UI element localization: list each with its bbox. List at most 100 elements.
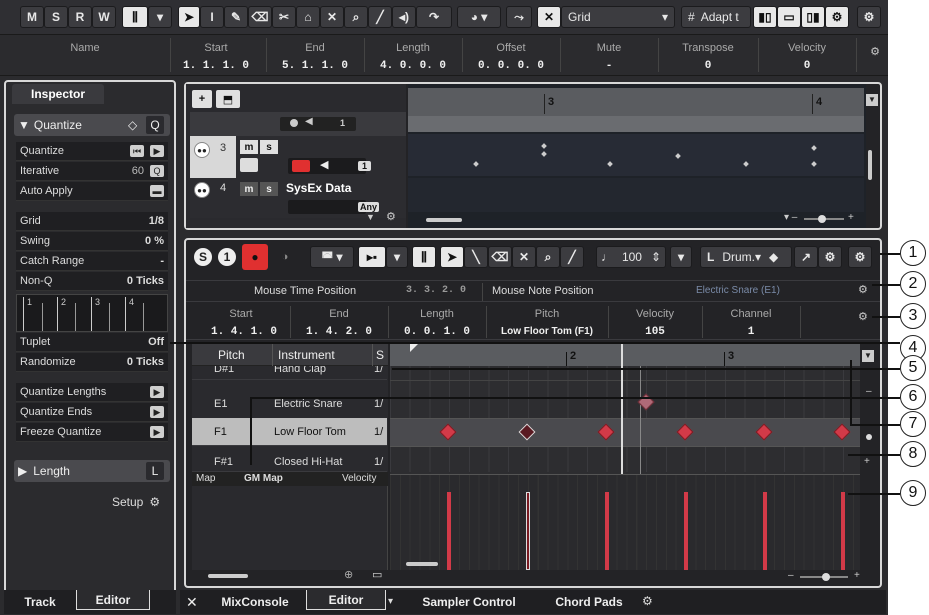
lane-presets-icon[interactable]: ▭	[372, 568, 382, 581]
mute-button[interactable]: m	[240, 182, 258, 196]
length-l-icon[interactable]: L	[146, 462, 164, 480]
instrument-column-header[interactable]: Instrument	[278, 348, 335, 362]
editor-info-value-start[interactable]: 1. 4. 1. 0	[192, 326, 296, 338]
split-tool-icon[interactable]: ✂	[272, 6, 296, 28]
quantize-lengths-apply-icon[interactable]: ▶	[150, 386, 164, 398]
lower-zone-toggle-icon[interactable]: ▭	[777, 6, 801, 28]
list-h-scrollbar[interactable]	[208, 574, 248, 578]
apply-quantize-icon[interactable]: ▶	[150, 145, 164, 157]
close-icon[interactable]: ✕	[186, 594, 198, 611]
editor-collapse-icon[interactable]: ▼	[862, 350, 874, 362]
info-value-length[interactable]: 4. 0. 0. 0	[364, 60, 462, 72]
range-tool-icon[interactable]: I	[200, 6, 224, 28]
editor-tab[interactable]: Editor	[306, 590, 386, 610]
quantize-lengths-row[interactable]: Quantize Lengths ▶	[16, 383, 168, 402]
velocity-bar[interactable]	[447, 492, 451, 570]
velocity-bar[interactable]	[684, 492, 688, 570]
velocity-bar-selected[interactable]	[526, 492, 530, 570]
non-q-value[interactable]: 0 Ticks	[127, 275, 164, 287]
setup-button[interactable]: Setup ⚙	[112, 494, 168, 510]
open-in-new-window-icon[interactable]: ↗	[794, 246, 818, 268]
arranger-ruler[interactable]	[408, 88, 864, 116]
vertical-zoom-slider-icon[interactable]	[866, 434, 872, 440]
sysex-part[interactable]	[408, 178, 864, 212]
write-mode-button[interactable]: W	[92, 6, 116, 28]
setup-window-layout-icon[interactable]: ⚙	[825, 6, 849, 28]
snap-toggle-icon[interactable]: ⤳	[506, 6, 532, 28]
object-select-editor-icon[interactable]: ➤	[440, 246, 464, 268]
line-editor-tool-icon[interactable]: ╱	[560, 246, 584, 268]
autoscroll-dropdown-icon[interactable]: ▾	[148, 6, 172, 28]
zoom-minus-icon[interactable]: –	[788, 570, 794, 581]
velocity-bar[interactable]	[605, 492, 609, 570]
iterative-q-icon[interactable]: Q	[150, 165, 164, 177]
pitch-column-header[interactable]: Pitch	[218, 348, 245, 362]
record-icon[interactable]	[290, 119, 298, 127]
quantize-ends-row[interactable]: Quantize Ends ▶	[16, 403, 168, 422]
editor-h-scrollbar[interactable]	[406, 562, 438, 566]
mute-button[interactable]: m	[240, 140, 258, 154]
toolbar-settings-icon[interactable]: ⚙	[857, 6, 881, 28]
catch-range-value[interactable]: -	[160, 255, 164, 267]
read-mode-button[interactable]: R	[68, 6, 92, 28]
zoom-plus-icon[interactable]: +	[854, 570, 860, 581]
line-tool-icon[interactable]: ╱	[368, 6, 392, 28]
inspector-row-grid[interactable]: Grid 1/8	[16, 212, 168, 231]
track-tab[interactable]: Track	[4, 592, 76, 612]
event-colors-icon[interactable]: ◚ ▾	[310, 246, 354, 268]
editor-info-value-length[interactable]: 0. 0. 1. 0	[388, 326, 486, 338]
editor-tab-dropdown-icon[interactable]: ▾	[388, 596, 393, 607]
drum-row-e1[interactable]: E1 Electric Snare 1/	[192, 380, 387, 420]
info-value-mute[interactable]: -	[560, 60, 658, 72]
add-folder-icon[interactable]: ⬒	[216, 90, 240, 108]
drum-row-d-sharp-1[interactable]: D#1 Hand Clap 1/	[192, 366, 387, 380]
zoom-minus-icon[interactable]: ▾ –	[784, 212, 797, 223]
length-section-header[interactable]: ▶ Length L	[14, 460, 170, 482]
drum-map-selector[interactable]: GM Map	[244, 473, 283, 484]
snap-type-dropdown[interactable]: Grid ▾	[561, 6, 675, 28]
sampler-control-tab[interactable]: Sampler Control	[414, 592, 524, 612]
velocity-bar[interactable]	[763, 492, 767, 570]
vertical-zoom-plus-icon[interactable]: +	[864, 456, 870, 467]
right-zone-toggle-icon[interactable]: ▯▮	[801, 6, 825, 28]
editor-info-value-pitch[interactable]: Low Floor Tom (F1)	[486, 326, 608, 337]
inspector-row-swing[interactable]: Swing 0 %	[16, 232, 168, 251]
inspector-row-non-q[interactable]: Non-Q 0 Ticks	[16, 272, 168, 291]
zoom-editor-tool-icon[interactable]: ⌕	[536, 246, 560, 268]
iterative-value[interactable]: 60	[132, 165, 144, 177]
draw-tool-icon[interactable]: ✎	[224, 6, 248, 28]
left-locator-icon[interactable]	[410, 344, 418, 352]
drumstick-tool-icon[interactable]: ╲	[464, 246, 488, 268]
mixconsole-tab[interactable]: MixConsole	[210, 592, 300, 612]
tuplet-value[interactable]: Off	[148, 336, 164, 348]
velocity-bar[interactable]	[841, 492, 845, 570]
track-list-settings-icon[interactable]: ⚙	[386, 210, 396, 223]
s-column-header[interactable]: S	[376, 348, 384, 362]
editor-info-value-velocity[interactable]: 105	[608, 326, 702, 338]
arranger-h-scrollbar[interactable]	[426, 218, 462, 222]
acoustic-feedback-icon[interactable]: 1	[218, 248, 236, 266]
record-in-editor-icon[interactable]: ●	[242, 244, 268, 270]
glue-tool-icon[interactable]: ⌂	[296, 6, 320, 28]
mute-editor-tool-icon[interactable]: ✕	[512, 246, 536, 268]
drum-length-dropdown[interactable]: L Drum.▾ ◆	[700, 246, 792, 268]
freeze-quantize-row[interactable]: Freeze Quantize ▶	[16, 423, 168, 442]
color-icon[interactable]: ◕ ▾	[457, 6, 501, 28]
arranger-v-scrollbar[interactable]	[868, 150, 872, 180]
insert-dropdown-icon[interactable]: ▾	[386, 246, 408, 268]
grid-adapt-button[interactable]: # Adapt t	[681, 6, 751, 28]
status-settings-icon[interactable]: ⚙	[858, 283, 868, 296]
solo-button[interactable]: s	[260, 182, 278, 196]
info-value-offset[interactable]: 0. 0. 0. 0	[462, 60, 560, 72]
swing-value[interactable]: 0 %	[145, 235, 164, 247]
erase-tool-icon[interactable]: ⌫	[248, 6, 272, 28]
autoscroll-editor-icon[interactable]: ⫼	[412, 246, 436, 268]
editor-ruler[interactable]	[390, 344, 860, 366]
add-controller-lane-icon[interactable]: ⊕	[344, 568, 353, 581]
inspector-row-tuplet[interactable]: Tuplet Off	[16, 333, 168, 352]
play-tool-icon[interactable]: ◂)	[392, 6, 416, 28]
quantize-q-icon[interactable]: Q	[146, 116, 164, 134]
info-value-velocity[interactable]: 0	[758, 60, 856, 72]
quantize-preset-icon[interactable]: ◇	[128, 118, 137, 132]
velocity-dropdown-icon[interactable]: ▾	[670, 246, 692, 268]
